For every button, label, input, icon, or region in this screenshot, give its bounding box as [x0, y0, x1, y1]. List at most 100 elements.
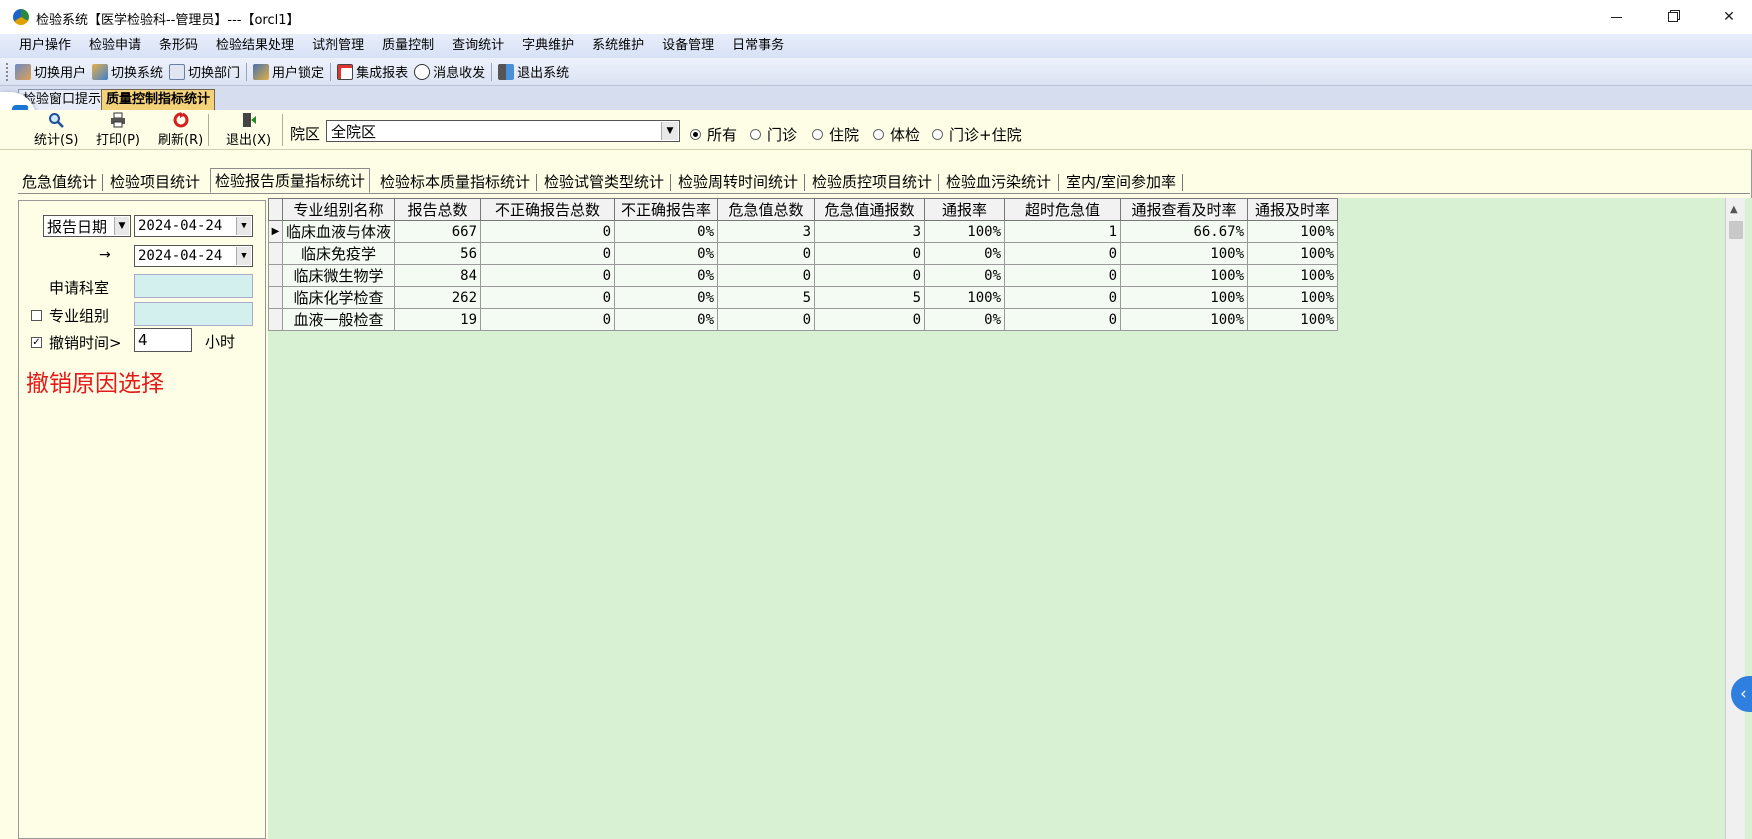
menu-test-request[interactable]: 检验申请: [80, 34, 150, 58]
refresh-button[interactable]: 刷新(R): [158, 112, 203, 148]
menu-system[interactable]: 系统维护: [583, 34, 653, 58]
table-cell[interactable]: 0%: [614, 220, 719, 243]
row-indicator[interactable]: [268, 264, 283, 287]
table-cell[interactable]: 100%: [1120, 242, 1249, 265]
switch-system-button[interactable]: 切换系统: [92, 62, 163, 81]
menu-device[interactable]: 设备管理: [653, 34, 723, 58]
table-cell[interactable]: 5: [814, 286, 926, 309]
cancel-reason-link[interactable]: 撤销原因选择: [26, 364, 164, 398]
col-header-notify-rate[interactable]: 通报率: [924, 198, 1006, 221]
table-cell[interactable]: 0: [480, 220, 616, 243]
exit-system-button[interactable]: 退出系统: [498, 62, 569, 81]
tab-specimen-quality[interactable]: 检验标本质量指标统计: [376, 170, 534, 194]
table-cell[interactable]: 0%: [924, 264, 1006, 287]
table-cell[interactable]: 血液一般检查: [281, 308, 396, 331]
row-indicator[interactable]: [268, 286, 283, 309]
table-row[interactable]: ▶ 临床血液与体液 667 0 0% 3 3 100% 1 66.67% 100%: [268, 220, 1339, 243]
col-header-incorrect-total[interactable]: 不正确报告总数: [480, 198, 616, 221]
scroll-up-icon[interactable]: ▲: [1730, 204, 1738, 215]
menu-barcode[interactable]: 条形码: [150, 34, 207, 58]
col-header-notify-timely-rate[interactable]: 通报及时率: [1247, 198, 1339, 221]
table-cell[interactable]: 临床化学检查: [281, 286, 396, 309]
table-cell[interactable]: 5: [717, 286, 816, 309]
cancel-hours-input[interactable]: 4: [134, 328, 192, 352]
tab-tube-type[interactable]: 检验试管类型统计: [540, 170, 668, 194]
tab-turnaround-time[interactable]: 检验周转时间统计: [674, 170, 802, 194]
col-header-overdue-critical[interactable]: 超时危急值: [1004, 198, 1122, 221]
menu-daily[interactable]: 日常事务: [723, 34, 793, 58]
table-cell[interactable]: 临床免疫学: [281, 242, 396, 265]
messages-button[interactable]: 消息收发: [414, 62, 485, 81]
table-cell[interactable]: 667: [394, 220, 482, 243]
menu-dictionary[interactable]: 字典维护: [513, 34, 583, 58]
radio-outpatient[interactable]: 门诊: [750, 124, 797, 145]
chevron-down-icon[interactable]: ▼: [236, 217, 251, 235]
table-cell[interactable]: 0%: [614, 286, 719, 309]
table-cell[interactable]: 0: [1004, 308, 1122, 331]
col-header-view-timely-rate[interactable]: 通报查看及时率: [1120, 198, 1249, 221]
date-from-picker[interactable]: 2024-04-24 ▼: [134, 215, 253, 237]
table-cell[interactable]: 100%: [1120, 264, 1249, 287]
group-input[interactable]: [134, 302, 253, 326]
print-button[interactable]: 打印(P): [96, 112, 140, 148]
current-row-indicator-icon[interactable]: ▶: [268, 220, 283, 243]
table-cell[interactable]: 100%: [1247, 308, 1339, 331]
table-cell[interactable]: 0: [717, 242, 816, 265]
minimize-button[interactable]: [1593, 5, 1639, 29]
table-cell[interactable]: 56: [394, 242, 482, 265]
col-header-incorrect-rate[interactable]: 不正确报告率: [614, 198, 719, 221]
table-cell[interactable]: 100%: [1120, 308, 1249, 331]
table-cell[interactable]: 3: [814, 220, 926, 243]
table-row[interactable]: 血液一般检查 19 0 0% 0 0 0% 0 100% 100%: [268, 308, 1339, 331]
table-cell[interactable]: 100%: [1247, 286, 1339, 309]
table-cell[interactable]: 100%: [1120, 286, 1249, 309]
col-header-report-total[interactable]: 报告总数: [394, 198, 482, 221]
tab-report-quality[interactable]: 检验报告质量指标统计: [210, 168, 371, 193]
tab-test-items[interactable]: 检验项目统计: [106, 170, 204, 194]
table-cell[interactable]: 100%: [1247, 220, 1339, 243]
cancel-time-checkbox[interactable]: ✓ 撤销时间>: [31, 332, 122, 353]
exit-button[interactable]: 退出(X): [226, 112, 271, 148]
table-cell[interactable]: 100%: [1247, 242, 1339, 265]
table-cell[interactable]: 0: [480, 242, 616, 265]
menu-query-stats[interactable]: 查询统计: [443, 34, 513, 58]
table-cell[interactable]: 0: [1004, 286, 1122, 309]
col-header-critical-total[interactable]: 危急值总数: [717, 198, 816, 221]
tab-qc-statistics[interactable]: 质量控制指标统计: [101, 89, 216, 110]
table-cell[interactable]: 3: [717, 220, 816, 243]
table-cell[interactable]: 100%: [924, 286, 1006, 309]
radio-physical-exam[interactable]: 体检: [873, 124, 920, 145]
tab-critical-value[interactable]: 危急值统计: [18, 170, 101, 194]
table-cell[interactable]: 100%: [924, 220, 1006, 243]
request-dept-input[interactable]: [134, 274, 253, 298]
table-cell[interactable]: 0%: [924, 242, 1006, 265]
table-cell[interactable]: 19: [394, 308, 482, 331]
table-cell[interactable]: 0: [480, 286, 616, 309]
lock-user-button[interactable]: 用户锁定: [253, 62, 324, 81]
table-row[interactable]: 临床化学检查 262 0 0% 5 5 100% 0 100% 100%: [268, 286, 1339, 309]
close-button[interactable]: ✕: [1706, 5, 1752, 29]
menu-user-ops[interactable]: 用户操作: [10, 34, 80, 58]
date-to-picker[interactable]: 2024-04-24 ▼: [134, 245, 253, 267]
chevron-down-icon[interactable]: ▼: [661, 122, 678, 140]
table-cell[interactable]: 0: [480, 264, 616, 287]
table-cell[interactable]: 0: [1004, 242, 1122, 265]
restore-button[interactable]: [1650, 5, 1696, 29]
table-cell[interactable]: 0: [814, 308, 926, 331]
tab-blood-contamination[interactable]: 检验血污染统计: [942, 170, 1055, 194]
stat-button[interactable]: 统计(S): [34, 112, 78, 148]
table-cell[interactable]: 0%: [614, 264, 719, 287]
switch-user-button[interactable]: 切换用户: [15, 62, 86, 81]
date-type-select[interactable]: 报告日期 ▼: [43, 215, 131, 237]
scrollbar-thumb[interactable]: [1729, 221, 1743, 239]
table-cell[interactable]: 临床血液与体液: [281, 220, 396, 243]
col-header-critical-notified[interactable]: 危急值通报数: [814, 198, 926, 221]
table-cell[interactable]: 0%: [614, 242, 719, 265]
row-indicator[interactable]: [268, 308, 283, 331]
row-indicator[interactable]: [268, 242, 283, 265]
chevron-down-icon[interactable]: ▼: [236, 247, 251, 265]
table-cell[interactable]: 0: [717, 308, 816, 331]
table-cell[interactable]: 1: [1004, 220, 1122, 243]
table-cell[interactable]: 0: [480, 308, 616, 331]
group-checkbox[interactable]: 专业组别: [31, 305, 109, 326]
